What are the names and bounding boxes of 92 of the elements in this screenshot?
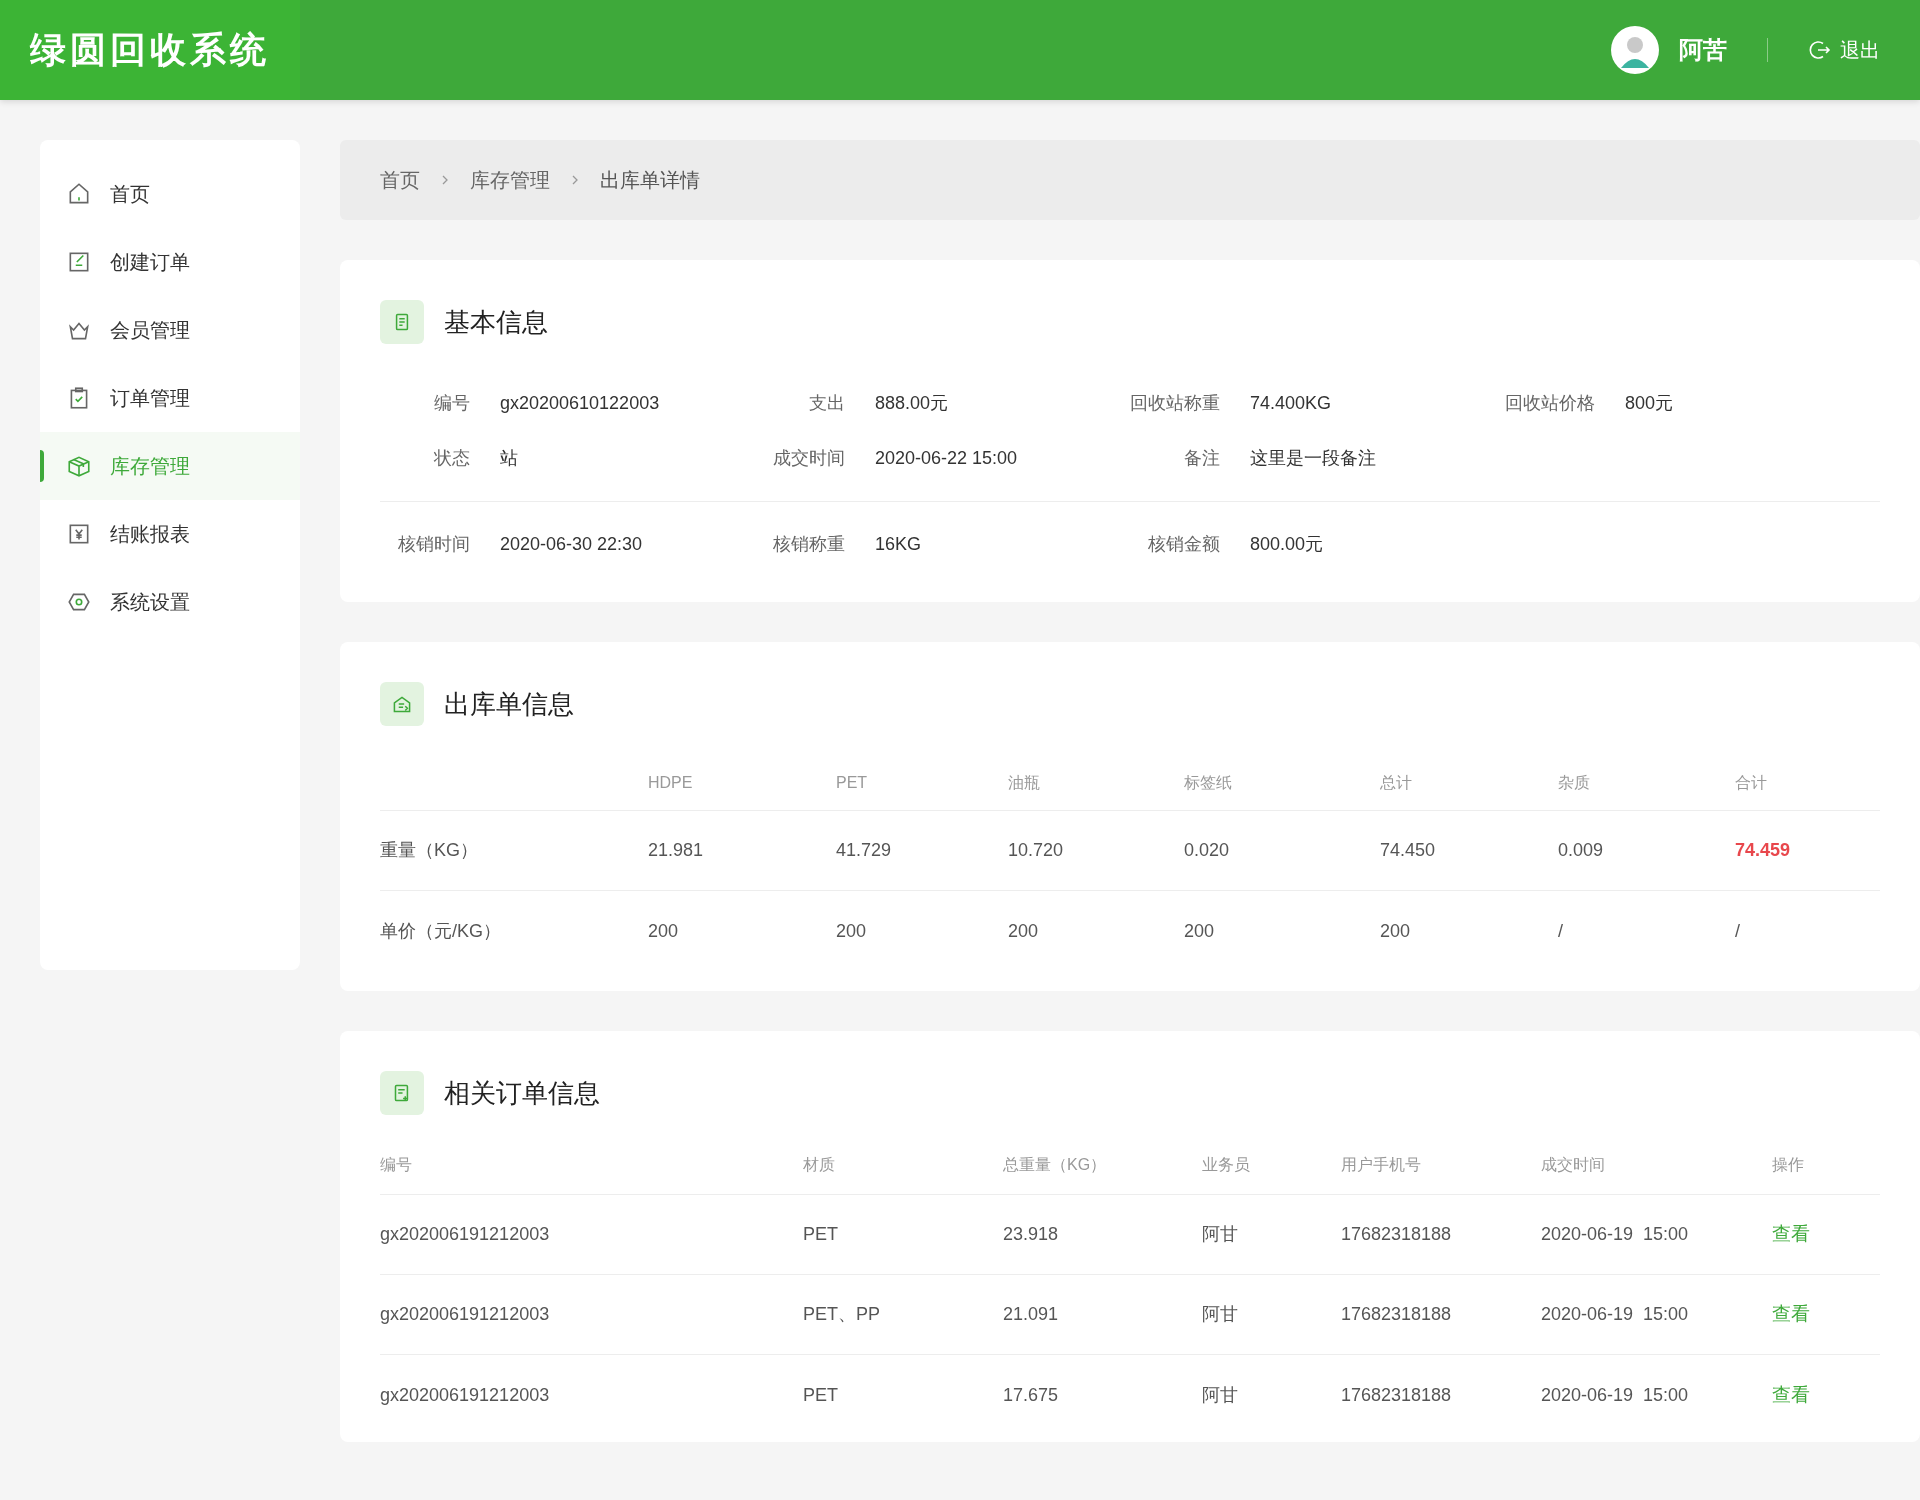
chevron-right-icon xyxy=(440,173,450,187)
table-cell-text: 17682318188 xyxy=(1341,1303,1453,1326)
column-header: 合计 xyxy=(1735,773,1768,793)
view-link[interactable]: 查看 xyxy=(1772,1300,1810,1329)
table-cell-text: gx202006191212003 xyxy=(380,1223,551,1246)
table-cell-text: / xyxy=(1558,919,1564,943)
field-label: 备注 xyxy=(1183,447,1220,470)
logout-button[interactable]: 退出 xyxy=(1808,35,1880,65)
sidebar-item[interactable]: 会员管理 xyxy=(40,296,300,364)
field-value: 800.00元 xyxy=(1250,533,1324,556)
field-label: 核销时间 xyxy=(397,533,470,556)
table-cell-text: 阿甘 xyxy=(1202,1383,1239,1407)
sidebar-item[interactable]: 创建订单 xyxy=(40,228,300,296)
column-header: PET xyxy=(836,773,869,793)
breadcrumb-link[interactable]: 首页 xyxy=(380,165,420,195)
view-link[interactable]: 查看 xyxy=(1772,1220,1810,1249)
chevron-right-icon xyxy=(570,173,580,187)
sidebar-item[interactable]: 库存管理 xyxy=(40,432,300,500)
table-cell-text: 21.981 xyxy=(648,839,705,862)
total-value: 74.459 xyxy=(1735,839,1792,862)
table-cell-text: PET xyxy=(803,1223,839,1246)
table-cell-text: 200 xyxy=(1380,919,1412,943)
table-cell-text: gx202006191212003 xyxy=(380,1303,551,1326)
table-cell-text: 17682318188 xyxy=(1341,1383,1453,1407)
sidebar-item[interactable]: 订单管理 xyxy=(40,364,300,432)
table-cell-text: 17.675 xyxy=(1003,1383,1060,1407)
field-value: 2020-06-22 15:00 xyxy=(875,447,1018,470)
field-label: 状态 xyxy=(433,447,470,470)
table-cell-text: 17682318188 xyxy=(1341,1223,1453,1246)
table-cell-text: 0.020 xyxy=(1184,839,1231,862)
table-cell-text: 2020-06-19 15:00 xyxy=(1541,1383,1690,1407)
row-label: 重量（KG） xyxy=(380,839,479,862)
table-cell-text: 21.091 xyxy=(1003,1303,1060,1326)
table-cell-text: 2020-06-19 15:00 xyxy=(1541,1303,1690,1326)
table-cell-text: / xyxy=(1735,919,1741,943)
table-cell-text: 23.918 xyxy=(1003,1223,1060,1246)
field-label: 成交时间 xyxy=(772,447,845,470)
user-name: 阿苦 xyxy=(1679,35,1727,65)
table-cell-text: 41.729 xyxy=(836,839,893,862)
column-header: 编号 xyxy=(380,1154,413,1175)
table-cell-text: 200 xyxy=(836,919,868,943)
table-cell-text: 200 xyxy=(1008,919,1040,943)
sidebar-item[interactable]: 首页 xyxy=(40,160,300,228)
field-value: 2020-06-30 22:30 xyxy=(500,533,643,556)
section-title: 相关订单信息 xyxy=(444,1076,600,1110)
logout-icon xyxy=(1808,38,1832,62)
column-header: 总重量（KG） xyxy=(1003,1154,1108,1175)
field-label: 核销金额 xyxy=(1147,533,1220,556)
sidebar-item[interactable]: 结账报表 xyxy=(40,500,300,568)
active-indicator xyxy=(40,450,44,482)
table-cell-text: 10.720 xyxy=(1008,839,1065,862)
field-value: 16KG xyxy=(875,533,922,556)
table-cell-text: 2020-06-19 15:00 xyxy=(1541,1223,1690,1246)
column-header: 用户手机号 xyxy=(1341,1154,1422,1175)
column-header: HDPE xyxy=(648,773,694,793)
sidebar-item[interactable]: 系统设置 xyxy=(40,568,300,636)
table-cell-text: 200 xyxy=(1184,919,1216,943)
section-title: 基本信息 xyxy=(444,305,548,339)
user-avatar[interactable] xyxy=(1611,26,1659,74)
table-cell-text: 74.450 xyxy=(1380,839,1437,862)
table-cell-text: 0.009 xyxy=(1558,839,1605,862)
field-value: 74.400KG xyxy=(1250,392,1332,415)
table-cell-text: 阿甘 xyxy=(1202,1303,1239,1326)
table-cell-text: gx202006191212003 xyxy=(380,1383,551,1407)
current-page-label: 出库单详情 xyxy=(600,168,700,193)
field-label: 回收站称重 xyxy=(1130,392,1220,415)
column-header: 操作 xyxy=(1772,1154,1805,1175)
column-header: 杂质 xyxy=(1558,773,1591,793)
column-header: 成交时间 xyxy=(1541,1154,1606,1175)
field-value: 站 xyxy=(500,447,518,470)
field-value: gx20200610122003 xyxy=(500,392,660,415)
column-header: 油瓶 xyxy=(1008,773,1041,793)
field-value: 800元 xyxy=(1625,392,1674,415)
column-header: 业务员 xyxy=(1202,1154,1251,1175)
app-title: 绿圆回收系统 xyxy=(30,28,270,72)
field-label: 支出 xyxy=(808,392,845,415)
view-link[interactable]: 查看 xyxy=(1772,1380,1810,1410)
table-cell-text: PET、PP xyxy=(803,1303,882,1326)
table-cell-text: 阿甘 xyxy=(1202,1223,1239,1246)
column-header: 材质 xyxy=(803,1154,836,1175)
column-header: 标签纸 xyxy=(1184,773,1233,793)
table-cell-text: PET xyxy=(803,1383,839,1407)
field-value: 888.00元 xyxy=(875,392,949,415)
field-label: 核销称重 xyxy=(772,533,845,556)
field-label: 编号 xyxy=(433,392,470,415)
column-header: 总计 xyxy=(1380,773,1413,793)
table-cell-text: 200 xyxy=(648,919,680,943)
breadcrumb-link[interactable]: 库存管理 xyxy=(470,165,550,195)
section-title: 出库单信息 xyxy=(444,687,574,721)
field-value: 这里是一段备注 xyxy=(1250,447,1376,470)
field-label: 回收站价格 xyxy=(1505,392,1595,415)
row-label: 单价（元/KG） xyxy=(380,919,502,943)
